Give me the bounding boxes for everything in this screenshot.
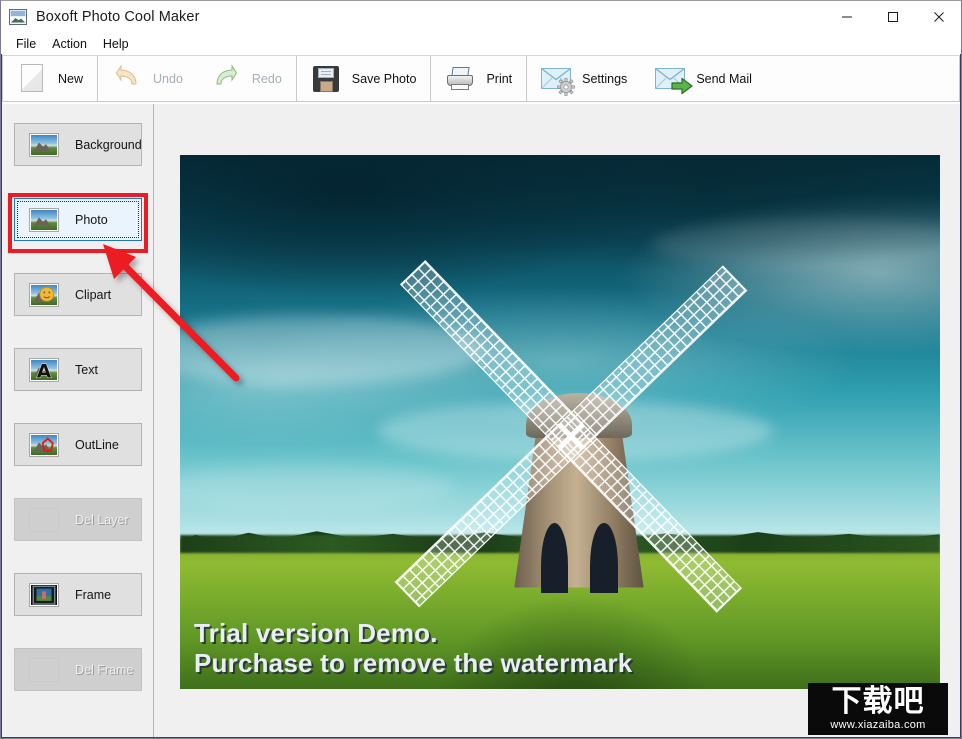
sidebar-item-label: Background — [75, 137, 142, 152]
sidebar-item-text[interactable]: A Text — [14, 348, 142, 391]
delete-layer-icon — [29, 507, 59, 532]
undo-arrow-icon — [112, 63, 142, 94]
sidebar-item-label: Clipart — [75, 287, 112, 302]
send-mail-button[interactable]: Send Mail — [641, 56, 766, 101]
printer-icon — [445, 64, 475, 94]
tools-sidebar: Background Photo Clipart A Text OutLine … — [2, 104, 154, 737]
landscape-thumb-icon — [29, 207, 59, 232]
sidebar-item-label: Del Layer — [75, 512, 129, 527]
main-body: Background Photo Clipart A Text OutLine … — [2, 104, 960, 737]
close-icon[interactable] — [916, 0, 962, 33]
trial-watermark-text: Trial version Demo. Purchase to remove t… — [194, 618, 633, 679]
svg-text:A: A — [37, 361, 52, 381]
main-toolbar: New Undo Redo Save Photo Print Settings … — [2, 55, 960, 102]
site-watermark: 下载吧 www.xiazaiba.com — [808, 683, 948, 735]
windmill-field-photo[interactable]: Trial version Demo. Purchase to remove t… — [180, 155, 940, 689]
sidebar-item-label: OutLine — [75, 437, 119, 452]
sidebar-item-label: Frame — [75, 587, 112, 602]
sidebar-item-background[interactable]: Background — [14, 123, 142, 166]
sidebar-item-clipart[interactable]: Clipart — [14, 273, 142, 316]
print-button-label: Print — [486, 71, 513, 86]
toolbar-group-history: Undo Redo — [98, 56, 297, 101]
envelope-gear-icon — [541, 64, 575, 96]
toolbar-group-file: New — [3, 56, 99, 101]
canvas-pane[interactable]: Trial version Demo. Purchase to remove t… — [155, 104, 960, 737]
new-page-icon — [17, 63, 47, 94]
new-button[interactable]: New — [3, 56, 97, 101]
title-bar: Boxoft Photo Cool Maker — [0, 0, 962, 33]
picture-frame-icon — [29, 582, 59, 607]
save-photo-button-label: Save Photo — [351, 71, 417, 86]
maximize-icon[interactable] — [870, 0, 916, 33]
menu-item-file[interactable]: File — [8, 35, 44, 53]
send-mail-button-label: Send Mail — [696, 71, 752, 86]
application-window: Boxoft Photo Cool Maker File Action Help — [0, 0, 962, 739]
menu-item-action[interactable]: Action — [44, 35, 95, 53]
new-button-label: New — [58, 71, 84, 86]
window-controls — [824, 0, 962, 33]
menu-bar: File Action Help — [0, 33, 962, 54]
sidebar-item-del-layer[interactable]: Del Layer — [14, 498, 142, 541]
windmill-arch — [590, 523, 618, 593]
site-watermark-logo: 下载吧 — [831, 684, 925, 719]
window-title: Boxoft Photo Cool Maker — [36, 8, 200, 25]
toolbar-group-save: Save Photo — [297, 56, 432, 101]
print-button[interactable]: Print — [431, 56, 526, 101]
toolbar-group-print: Print — [431, 56, 528, 101]
app-photo-icon — [9, 8, 27, 25]
floppy-disk-icon — [311, 64, 341, 94]
sidebar-item-label: Text — [75, 362, 98, 377]
smiley-clipart-icon — [29, 282, 59, 307]
landscape-thumb-icon — [29, 132, 59, 157]
minimize-icon[interactable] — [824, 0, 870, 33]
delete-frame-icon — [29, 657, 59, 682]
sidebar-item-label: Photo — [75, 212, 108, 227]
toolbar-group-mail: Settings Send Mail — [527, 56, 766, 101]
undo-button[interactable]: Undo — [98, 56, 197, 101]
sidebar-item-label: Del Frame — [75, 662, 134, 677]
site-watermark-url: www.xiazaiba.com — [830, 719, 926, 731]
settings-button[interactable]: Settings — [527, 56, 641, 101]
sidebar-item-frame[interactable]: Frame — [14, 573, 142, 616]
sidebar-item-photo[interactable]: Photo — [14, 198, 142, 241]
envelope-arrow-icon — [655, 64, 693, 94]
redo-arrow-icon — [211, 63, 241, 94]
settings-button-label: Settings — [582, 71, 628, 86]
redo-button-label: Redo — [251, 71, 282, 86]
save-photo-button[interactable]: Save Photo — [297, 56, 431, 101]
sidebar-item-del-frame[interactable]: Del Frame — [14, 648, 142, 691]
text-letter-a-icon: A — [29, 357, 59, 382]
sidebar-item-outline[interactable]: OutLine — [14, 423, 142, 466]
undo-button-label: Undo — [153, 71, 183, 86]
redo-button[interactable]: Redo — [197, 56, 296, 101]
menu-item-help[interactable]: Help — [95, 35, 137, 53]
outline-shape-icon — [29, 432, 59, 457]
